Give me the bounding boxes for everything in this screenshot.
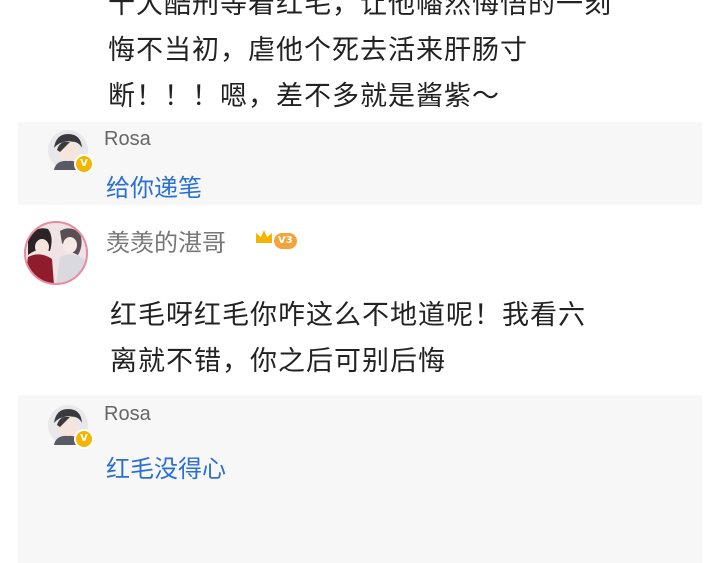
comment-text: 红毛呀红毛你咋这么不地道呢！我看六 离就不错，你之后可别后悔 bbox=[110, 293, 690, 385]
reply-author[interactable]: Rosa bbox=[104, 128, 151, 151]
crown-icon bbox=[256, 230, 272, 243]
post-text: 十大酷刑等着红毛，让他幡然悔悟的一刻 悔不当初，虐他个死去活来肝肠寸 断！！！嗯… bbox=[108, 0, 698, 120]
avatar[interactable] bbox=[24, 221, 88, 285]
reply-text: 红毛没得心 bbox=[106, 455, 226, 483]
comment-line: 离就不错，你之后可别后悔 bbox=[110, 346, 446, 377]
verified-badge-icon: V bbox=[74, 154, 94, 174]
reply-block: V Rosa 给你递笔 bbox=[18, 122, 702, 205]
level-badge: V3 bbox=[274, 233, 297, 249]
post-line: 十大酷刑等着红毛，让他幡然悔悟的一刻 bbox=[108, 0, 612, 20]
post-line: 悔不当初，虐他个死去活来肝肠寸 bbox=[108, 35, 528, 66]
comment-line: 红毛呀红毛你咋这么不地道呢！我看六 bbox=[110, 300, 586, 331]
comment-block: 羡羡的湛哥 V3 红毛呀红毛你咋这么不地道呢！我看六 离就不错，你之后可别后悔 bbox=[18, 205, 702, 395]
reply-block: V Rosa 红毛没得心 bbox=[18, 395, 702, 563]
comment-author[interactable]: 羡羡的湛哥 bbox=[106, 223, 226, 258]
verified-badge-icon: V bbox=[74, 429, 94, 449]
avatar[interactable]: V bbox=[48, 405, 94, 449]
reply-text: 给你递笔 bbox=[106, 174, 202, 202]
reply-author[interactable]: Rosa bbox=[104, 403, 151, 426]
post-line: 断！！！嗯，差不多就是酱紫～ bbox=[108, 81, 500, 112]
avatar[interactable]: V bbox=[48, 130, 94, 174]
